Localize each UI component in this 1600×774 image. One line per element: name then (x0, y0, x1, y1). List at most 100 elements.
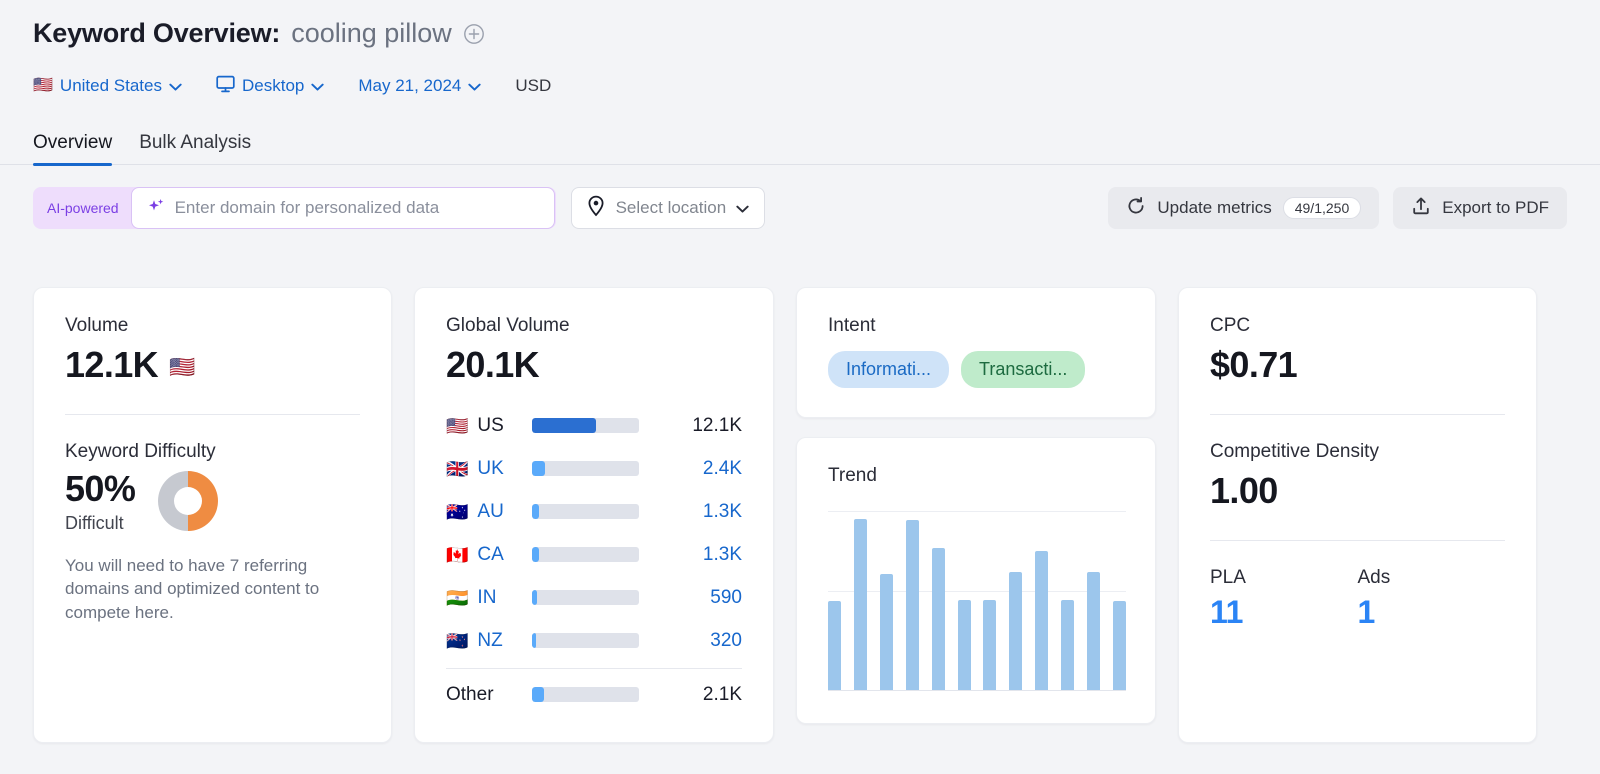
intent-label: Intent (828, 315, 876, 336)
trend-bar[interactable] (1112, 601, 1126, 690)
country-cell[interactable]: 🇬🇧 UK (446, 458, 532, 480)
country-code: IN (477, 586, 497, 608)
domain-input[interactable] (174, 198, 540, 218)
pla-value[interactable]: 11 (1210, 594, 1358, 631)
upload-icon (1411, 196, 1431, 221)
global-volume-label: Global Volume (446, 315, 570, 336)
country-cell[interactable]: 🇦🇺 AU (446, 501, 532, 523)
flag-icon: 🇮🇳 (446, 587, 469, 608)
volume-value: 12.1K (65, 344, 159, 385)
country-code: NZ (477, 629, 503, 651)
monitor-icon (216, 75, 235, 98)
list-item[interactable]: 🇬🇧 UK 2.4K (446, 447, 742, 490)
volume-value[interactable]: 2.4K (703, 458, 742, 480)
volume-value-row: 12.1K 🇺🇸 (65, 344, 360, 386)
trend-bar[interactable] (957, 600, 971, 690)
divider (446, 668, 742, 669)
keyword-overview-page: Keyword Overview: cooling pillow 🇺🇸 Unit… (0, 0, 1600, 774)
page-title-prefix: Keyword Overview: (33, 18, 281, 48)
toolbar-actions: Update metrics 49/1,250 Export to PDF (1108, 187, 1567, 229)
country-cell[interactable]: 🇳🇿 NZ (446, 630, 532, 652)
trend-bar[interactable] (1061, 600, 1075, 690)
cpc-value: $0.71 (1210, 344, 1298, 385)
currency-label: USD (515, 76, 552, 95)
tab-overview[interactable]: Overview (33, 132, 113, 166)
trend-bar[interactable] (905, 520, 919, 690)
competitive-density-block: Competitive Density 1.00 (1210, 441, 1505, 512)
device-selector[interactable]: Desktop (216, 75, 325, 98)
trend-bar[interactable] (931, 548, 945, 690)
list-item[interactable]: 🇺🇸 US 12.1K (446, 404, 742, 447)
axis-line (828, 690, 1126, 691)
volume-bar-fill (532, 504, 540, 519)
chevron-down-icon (169, 76, 182, 96)
column-intent-trend: Intent Informati... Transacti... Trend (796, 287, 1156, 743)
country-cell: 🇺🇸 US (446, 415, 532, 437)
refresh-icon (1126, 196, 1146, 221)
trend-bar[interactable] (828, 601, 841, 690)
flag-icon: 🇳🇿 (446, 630, 469, 651)
volume-value[interactable]: 1.3K (703, 544, 742, 566)
country-cell: Other (446, 684, 532, 706)
volume-value[interactable]: 320 (710, 630, 742, 652)
pla-cell: PLA 11 (1210, 567, 1358, 631)
volume-card: Volume 12.1K 🇺🇸 Keyword Difficulty 50% D… (33, 287, 392, 743)
volume-value[interactable]: 590 (710, 587, 742, 609)
intent-card: Intent Informati... Transacti... (796, 287, 1156, 418)
country-selector[interactable]: 🇺🇸 United States (33, 76, 182, 96)
trend-bar[interactable] (983, 600, 997, 690)
update-metrics-count: 49/1,250 (1282, 197, 1362, 219)
list-item[interactable]: 🇦🇺 AU 1.3K (446, 490, 742, 533)
trend-bar[interactable] (853, 519, 867, 690)
volume-bar-fill (532, 687, 544, 702)
domain-input-wrapper[interactable] (130, 187, 555, 229)
device-label: Desktop (241, 76, 305, 95)
trend-bar[interactable] (1009, 572, 1023, 690)
sparkle-icon (146, 196, 166, 221)
location-selector[interactable]: Select location (570, 187, 766, 229)
ai-powered-badge: AI-powered (47, 200, 119, 216)
keyword-difficulty-donut (157, 470, 219, 532)
volume-value: 12.1K (692, 414, 742, 436)
list-item[interactable]: 🇳🇿 NZ 320 (446, 619, 742, 662)
plus-circle-icon[interactable] (463, 23, 485, 45)
global-volume-value: 20.1K (446, 344, 540, 385)
ai-domain-group: AI-powered (33, 187, 556, 229)
export-pdf-label: Export to PDF (1442, 198, 1549, 217)
trend-bar[interactable] (879, 574, 893, 690)
keyword-difficulty-text: 50% Difficult (65, 468, 136, 534)
trend-bar[interactable] (1035, 551, 1049, 690)
volume-bar (532, 633, 639, 648)
volume-bar-fill (532, 633, 536, 648)
flag-icon: 🇺🇸 (33, 77, 53, 94)
competitive-density-value: 1.00 (1210, 470, 1278, 511)
intent-chip-informational[interactable]: Informati... (828, 351, 950, 388)
intent-chip-transactional[interactable]: Transacti... (961, 351, 1086, 388)
date-label: May 21, 2024 (358, 76, 462, 95)
country-cell[interactable]: 🇨🇦 CA (446, 544, 532, 566)
ads-cell: Ads 1 (1358, 567, 1506, 631)
volume-bar-fill (532, 547, 540, 562)
trend-label: Trend (828, 465, 877, 486)
export-pdf-button[interactable]: Export to PDF (1393, 187, 1567, 229)
list-item[interactable]: 🇮🇳 IN 590 (446, 576, 742, 619)
trend-card: Trend (796, 437, 1156, 724)
date-selector[interactable]: May 21, 2024 (358, 76, 482, 96)
country-code: AU (477, 500, 504, 522)
column-global-volume: Global Volume 20.1K 🇺🇸 US 12.1K 🇬🇧 UK 2.… (414, 287, 774, 743)
chevron-down-icon (311, 76, 325, 96)
chevron-down-icon (468, 76, 482, 96)
volume-value[interactable]: 1.3K (703, 501, 742, 523)
flag-icon: 🇨🇦 (446, 544, 469, 565)
tab-bulk-analysis[interactable]: Bulk Analysis (139, 132, 251, 165)
column-cpc: CPC $0.71 Competitive Density 1.00 PLA 1… (1178, 287, 1537, 743)
volume-label: Volume (65, 315, 129, 336)
metrics-grid: Volume 12.1K 🇺🇸 Keyword Difficulty 50% D… (33, 287, 1567, 743)
country-cell[interactable]: 🇮🇳 IN (446, 587, 532, 609)
update-metrics-button[interactable]: Update metrics 49/1,250 (1108, 187, 1380, 229)
trend-bar[interactable] (1087, 572, 1101, 690)
location-label: Select location (615, 198, 727, 217)
list-item[interactable]: 🇨🇦 CA 1.3K (446, 533, 742, 576)
cpc-label: CPC (1210, 315, 1251, 336)
ads-value[interactable]: 1 (1358, 594, 1506, 631)
